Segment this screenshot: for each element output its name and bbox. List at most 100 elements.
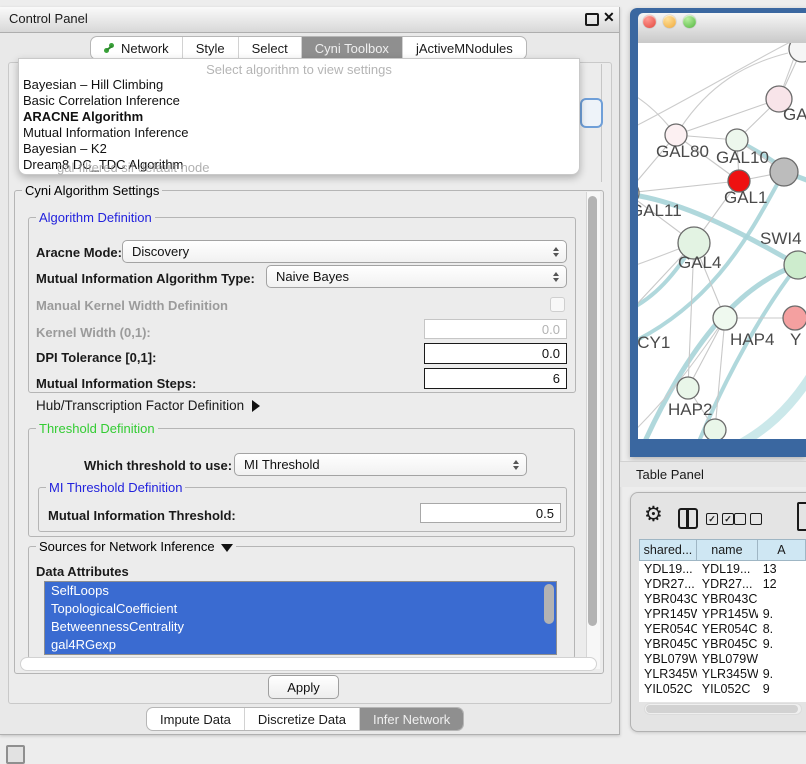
table-cell: YBR043C — [639, 592, 697, 606]
tab-discretize-data[interactable]: Discretize Data — [245, 708, 360, 730]
teal-edge[interactable] — [738, 377, 806, 439]
algorithm-option[interactable]: ARACNE Algorithm — [19, 109, 579, 125]
tab-label: Impute Data — [160, 712, 231, 727]
close-traffic-light[interactable] — [643, 15, 656, 28]
algorithm-option[interactable]: Bayesian – K2 — [19, 141, 579, 157]
table-row[interactable]: YDR27...YDR27...12 — [639, 576, 806, 591]
network-node[interactable] — [677, 377, 699, 399]
minimize-traffic-light[interactable] — [663, 15, 676, 28]
function-builder-icon[interactable] — [797, 502, 806, 531]
hub-definition-expander[interactable]: Hub/Transcription Factor Definition — [36, 398, 260, 413]
hub-definition-label: Hub/Transcription Factor Definition — [36, 398, 244, 413]
table-cell: YIL052C — [639, 682, 697, 696]
mi-threshold-field[interactable]: 0.5 — [420, 503, 561, 523]
gear-icon[interactable]: ⚙ — [644, 504, 663, 525]
algorithm-option[interactable]: Bayesian – Hill Climbing — [19, 77, 579, 93]
attribute-item[interactable]: SelfLoops — [45, 582, 556, 600]
stepper-arrows-icon — [513, 460, 519, 470]
panel-title: Control Panel — [9, 11, 88, 26]
network-node[interactable] — [770, 158, 798, 186]
attribute-item[interactable]: gal4RGexp — [45, 636, 556, 654]
edge[interactable] — [676, 99, 779, 135]
algorithm-option[interactable]: Basic Correlation Inference — [19, 93, 579, 109]
mi-steps-field[interactable]: 6 — [424, 368, 567, 389]
network-graph: GALGAL80GAL10GAL1GAL11GAL4SWI4GCY1HAP4YH… — [638, 43, 806, 439]
which-threshold-value: MI Threshold — [244, 457, 320, 472]
manual-kernel-width-label: Manual Kernel Width Definition — [36, 298, 228, 313]
tab-label: Select — [252, 41, 288, 56]
dpi-tolerance-label: DPI Tolerance [0,1]: — [36, 350, 156, 365]
focused-combo-fragment — [580, 98, 603, 128]
table-row[interactable]: YER054CYER054C8. — [639, 621, 806, 636]
tab-select[interactable]: Select — [239, 37, 302, 59]
column-header[interactable]: shared... — [639, 539, 697, 561]
table-row[interactable]: YBR043CYBR043C — [639, 591, 806, 606]
table-hscrollbar-thumb[interactable] — [646, 705, 798, 713]
algorithm-option[interactable]: Mutual Information Inference — [19, 125, 579, 141]
node-label: GAL — [783, 105, 806, 124]
select-all-checkboxes-icon[interactable]: ✓✓ — [706, 513, 734, 525]
table-row[interactable]: YBR045CYBR045C9. — [639, 636, 806, 651]
aracne-mode-select[interactable]: Discovery — [122, 240, 567, 263]
tab-jactivemnodules[interactable]: jActiveMNodules — [403, 37, 526, 59]
manual-kernel-width-checkbox[interactable] — [550, 297, 565, 312]
table-cell: 8. — [758, 622, 806, 636]
mi-algorithm-type-value: Naive Bayes — [276, 269, 349, 284]
settings-hscrollbar[interactable] — [20, 657, 597, 671]
table-cell: YER054C — [697, 622, 758, 636]
node-table[interactable]: shared...nameA YDL19...YDL19...13YDR27..… — [639, 539, 806, 702]
tab-label: Network — [121, 41, 169, 56]
table-cell: YLR345W — [639, 667, 697, 681]
table-row[interactable]: YIL052CYIL052C9 — [639, 681, 806, 696]
table-cell: 9 — [758, 682, 806, 696]
tab-cyni-toolbox[interactable]: Cyni Toolbox — [302, 37, 403, 59]
collapse-down-icon — [221, 544, 233, 552]
network-canvas[interactable]: GALGAL80GAL10GAL1GAL11GAL4SWI4GCY1HAP4YH… — [638, 43, 806, 439]
table-row[interactable]: YLR345WYLR345W9. — [639, 666, 806, 681]
attribute-item[interactable]: BetweennessCentrality — [45, 618, 556, 636]
which-threshold-label: Which threshold to use: — [84, 458, 232, 473]
column-header[interactable]: A — [758, 539, 806, 561]
float-window-icon[interactable] — [585, 13, 599, 26]
kernel-width-field[interactable]: 0.0 — [424, 319, 567, 339]
table-cell: 9. — [758, 637, 806, 651]
sources-group-title[interactable]: Sources for Network Inference — [36, 539, 236, 554]
settings-scrollbar-thumb[interactable] — [588, 196, 597, 626]
stepper-arrows-icon — [553, 247, 559, 257]
network-node[interactable] — [783, 306, 806, 330]
table-cell: YDL19... — [697, 562, 758, 576]
node-label: Y — [790, 330, 801, 349]
algorithm-definition-title: Algorithm Definition — [36, 210, 155, 225]
table-row[interactable]: YPR145WYPR145W9. — [639, 606, 806, 621]
table-cell: YDR27... — [697, 577, 758, 591]
dpi-tolerance-field[interactable]: 0.0 — [424, 343, 567, 364]
apply-button[interactable]: Apply — [268, 675, 339, 699]
tab-network[interactable]: Network — [91, 37, 183, 59]
cyni-mode-tabbar: Impute Data Discretize DataInfer Network — [146, 707, 464, 731]
which-threshold-select[interactable]: MI Threshold — [234, 453, 527, 476]
network-node[interactable] — [704, 419, 726, 439]
tab-style[interactable]: Style — [183, 37, 239, 59]
attribute-item[interactable]: TopologicalCoefficient — [45, 600, 556, 618]
zoom-traffic-light[interactable] — [683, 15, 696, 28]
table-row[interactable]: YDL19...YDL19...13 — [639, 561, 806, 576]
node-label: GAL4 — [678, 253, 721, 272]
control-panel-titlebar — [0, 7, 619, 33]
settings-group-title: Cyni Algorithm Settings — [22, 183, 162, 198]
network-node[interactable] — [713, 306, 737, 330]
close-icon[interactable]: ✕ — [603, 9, 615, 26]
network-node[interactable] — [789, 43, 806, 62]
algorithm-prompt: Select algorithm to view settings — [19, 59, 579, 77]
tab-impute-data[interactable]: Impute Data — [147, 708, 245, 730]
deselect-all-checkboxes-icon[interactable] — [734, 513, 762, 525]
table-row[interactable]: YBL079WYBL079W — [639, 651, 806, 666]
mi-algorithm-type-select[interactable]: Naive Bayes — [266, 265, 567, 288]
table-cell: 9. — [758, 607, 806, 621]
network-node[interactable] — [784, 251, 806, 279]
data-attributes-list[interactable]: SelfLoopsTopologicalCoefficientBetweenne… — [44, 581, 557, 655]
tab-infer-network[interactable]: Infer Network — [360, 708, 463, 730]
dock-grip-icon[interactable] — [6, 745, 25, 764]
column-header[interactable]: name — [697, 539, 758, 561]
columns-icon[interactable] — [678, 508, 698, 529]
attributes-scrollbar-thumb[interactable] — [544, 584, 554, 624]
